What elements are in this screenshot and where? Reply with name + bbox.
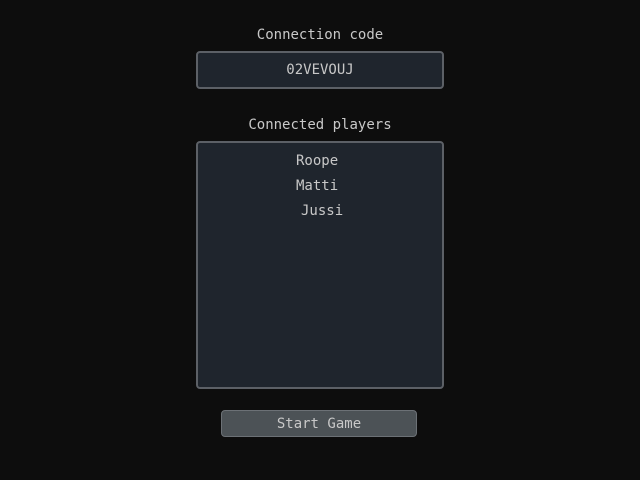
connection-code-value: 02VEVOUJ xyxy=(286,62,354,78)
player-item: Roope xyxy=(296,153,339,169)
connection-code-label: Connection code xyxy=(256,27,384,43)
player-item: Matti xyxy=(296,178,339,194)
connection-code-field[interactable]: 02VEVOUJ xyxy=(196,51,444,89)
start-game-button[interactable]: Start Game xyxy=(221,410,417,437)
player-item: Jussi xyxy=(301,203,344,219)
connected-players-list[interactable]: Roope Matti Jussi xyxy=(196,141,444,389)
connected-players-label: Connected players xyxy=(248,117,392,133)
